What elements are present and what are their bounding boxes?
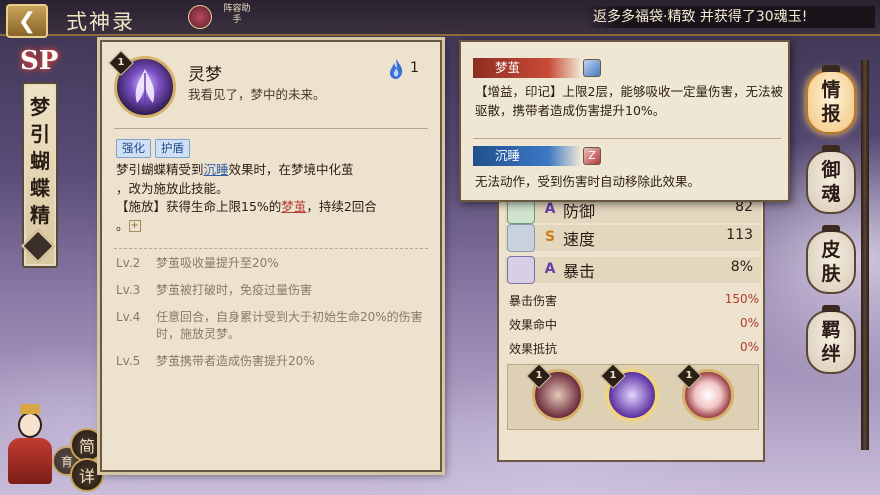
skill-detail-panel: 1 灵梦 我看见了，梦中的未来。 1 强化 护盾 梦引蝴蝶精受到沉睡效果时，在梦… [100,40,442,472]
effect-sleep-text: 无法动作，受到伤害时自动移除此效果。 [475,174,701,189]
screen-title: 式神录 [66,10,135,34]
detail-view-button[interactable]: 详 [70,458,104,492]
tag-enhance: 强化 [116,139,151,158]
list-item: Lv.5 梦茧携带者造成伤害提升20% [116,354,315,368]
menu-pole [861,60,869,450]
tab-info[interactable]: 情报 [806,65,856,134]
avatar[interactable] [6,400,54,484]
top-bar: ❮ 式神录 阵容助手 返多多福袋·精致 并获得了30魂玉! [0,0,880,38]
divider [114,248,428,249]
expand-plus-icon[interactable]: + [128,220,141,232]
back-button[interactable]: ❮ [6,4,48,38]
tab-soul[interactable]: 御魂 [806,145,856,214]
effect-cocoon-text: 【增益，印记】上限2层，能够吸收一定量伤害，无法被驱散，携带者造成伤害提升10%… [475,84,783,118]
tab-bond[interactable]: 羁绊 [806,305,856,374]
skill-cost: 1 [410,60,419,76]
crit-icon [507,256,535,284]
level-upgrade-list: Lv.2 梦茧吸收量提升至20% Lv.3 梦茧被打破时，免疫过量伤害 Lv.4 任意… [116,255,432,380]
list-item: Lv.3 梦茧被打破时，免疫过量伤害 [116,283,313,297]
onibi-flame-icon [390,59,403,79]
rarity-badge: SP [20,46,59,76]
skill-quote: 我看见了，梦中的未来。 [188,87,326,102]
rank-a-icon: A [544,201,556,217]
back-arrow-icon: ❮ [17,8,37,34]
keyword-sleep-link[interactable]: 沉睡 [204,162,229,177]
divider [473,138,781,139]
effect-tooltip: 梦茧 【增益，印记】上限2层，能够吸收一定量伤害，无法被驱散，携带者造成伤害提升… [459,40,790,202]
tag-shield: 护盾 [155,139,190,158]
stat-row-crit: A 暴击 8% [505,254,761,284]
rank-s-icon: S [544,229,556,245]
announcement-marquee: 返多多福袋·精致 并获得了30魂玉! [585,6,875,28]
sub-stat-crit-damage: 暴击伤害 150% [509,292,759,308]
sub-stat-effect-hit: 效果命中 0% [509,316,759,332]
skill-slot-2-level: 1 [609,370,617,381]
speed-icon [507,224,535,252]
buff-icon [583,59,601,77]
skill-level: 1 [117,57,125,68]
divider [114,128,428,129]
skill-description: 梦引蝴蝶精受到沉睡效果时，在梦境中化茧 ，改为施放此技能。 【施放】获得生命上限… [116,162,377,233]
sleep-z-icon: Z [583,147,601,165]
effect-sleep-title: 沉睡 [473,146,581,166]
shikigami-name: 梦引蝴蝶精 [30,95,50,227]
tab-skin[interactable]: 皮肤 [806,225,856,294]
sub-stat-effect-resist: 效果抵抗 0% [509,340,759,356]
stat-row-speed: S 速度 113 [505,222,761,252]
skill-name: 灵梦 [188,65,222,85]
effect-cocoon-title: 梦茧 [473,58,581,78]
list-item: Lv.2 梦茧吸收量提升至20% [116,256,279,270]
skill-slot-3-level: 1 [685,370,693,381]
rank-a-icon: A [544,261,556,277]
lineup-helper-icon[interactable] [188,5,212,29]
skill-slot-row: 1 1 1 [507,363,759,430]
skill-slot-1-level: 1 [535,370,543,381]
lineup-helper-label[interactable]: 阵容助手 [222,4,252,26]
list-item: Lv.4 任意回合，自身累计受到大于初始生命20%的伤害时，施放灵梦。 [116,310,423,341]
skill-tags: 强化 护盾 [116,139,190,158]
simple-view-button[interactable]: 简 [70,428,104,462]
stats-panel: A 防御 82 S 速度 113 A 暴击 8% 暴击伤害 150% 效果命中 0%… [497,188,765,462]
keyword-cocoon-link[interactable]: 梦茧 [281,199,306,214]
